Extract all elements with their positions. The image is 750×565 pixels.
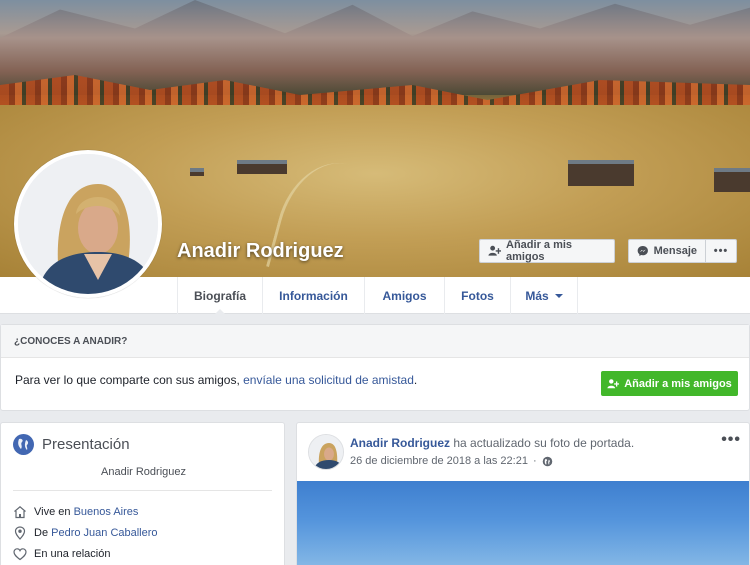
caret-down-icon: [554, 293, 563, 302]
post-action: ha actualizado su foto de portada.: [450, 436, 635, 450]
mountains: [0, 0, 750, 95]
know-person-box: ¿CONOCES A ANADIR? Para ver lo que compa…: [0, 324, 750, 411]
hut: [190, 168, 204, 176]
post-options-button[interactable]: •••: [721, 431, 741, 449]
hut: [568, 160, 634, 186]
tab-informacion-label: Información: [279, 288, 348, 303]
tab-amigos-label: Amigos: [382, 288, 427, 303]
post-headline: Anadir Rodriguez ha actualizado su foto …: [350, 436, 634, 450]
send-friend-request-link[interactable]: envíale una solicitud de amistad: [243, 373, 414, 387]
heart-icon: [13, 548, 27, 561]
dot-separator: ·: [532, 455, 537, 467]
post-meta: 26 de diciembre de 2018 a las 22:21 ·: [350, 455, 553, 467]
tab-mas-label: Más: [525, 288, 549, 303]
intro-row-relationship: En una relación: [13, 547, 110, 561]
messenger-icon: [637, 246, 648, 256]
message-button[interactable]: Mensaje: [628, 239, 706, 263]
add-friend-icon: [488, 245, 502, 256]
relationship-text: En una relación: [34, 548, 111, 560]
post-timestamp[interactable]: 26 de diciembre de 2018 a las 22:21: [350, 455, 528, 467]
divider: [13, 490, 272, 491]
globe-icon: [13, 434, 34, 455]
post-card: Anadir Rodriguez ha actualizado su foto …: [296, 422, 750, 565]
tab-fotos[interactable]: Fotos: [444, 277, 510, 314]
add-friend-icon: [607, 378, 620, 388]
home-icon: [14, 506, 26, 519]
profile-name[interactable]: Anadir Rodriguez: [177, 240, 344, 263]
tab-mas[interactable]: Más: [510, 277, 578, 314]
tab-biografia-label: Biografía: [193, 288, 246, 303]
profile-picture[interactable]: [14, 150, 162, 298]
from-prefix: De: [34, 527, 52, 539]
lives-in-prefix: Vive en: [34, 506, 74, 518]
location-pin-icon: [14, 526, 26, 540]
hut: [714, 168, 750, 192]
message-label: Mensaje: [653, 245, 697, 257]
profile-photo: [18, 154, 158, 294]
post-cover-image[interactable]: [297, 481, 749, 565]
intro-row-lives-in: Vive en Buenos Aires: [13, 505, 138, 519]
public-globe-icon[interactable]: [542, 456, 553, 467]
know-text: Para ver lo que comparte con sus amigos,…: [15, 373, 417, 387]
tab-amigos[interactable]: Amigos: [364, 277, 444, 314]
intro-card: Presentación Anadir Rodriguez Vive en Bu…: [0, 422, 285, 565]
add-friend-label: Añadir a mis amigos: [506, 239, 573, 263]
more-options-icon: •••: [713, 245, 729, 257]
add-friend-green-label: Añadir a mis amigos: [624, 377, 732, 390]
intro-title: Presentación: [42, 436, 130, 453]
add-friend-button[interactable]: Añadir a mis amigos: [479, 239, 615, 263]
know-heading: ¿CONOCES A ANADIR?: [1, 325, 749, 358]
tab-informacion[interactable]: Información: [262, 277, 364, 314]
intro-row-from: De Pedro Juan Caballero: [13, 526, 158, 540]
post-author-avatar[interactable]: [308, 434, 344, 470]
lives-in-link[interactable]: Buenos Aires: [74, 506, 139, 518]
post-author-link[interactable]: Anadir Rodriguez: [350, 436, 450, 450]
add-friend-green-button[interactable]: Añadir a mis amigos: [601, 371, 738, 396]
more-options-button[interactable]: •••: [705, 239, 737, 263]
know-text-after: .: [413, 373, 418, 387]
tab-fotos-label: Fotos: [461, 288, 494, 303]
intro-name: Anadir Rodriguez: [101, 466, 186, 478]
know-text-before: Para ver lo que comparte con sus amigos,: [15, 373, 244, 387]
tab-biografia[interactable]: Biografía: [177, 277, 262, 315]
hut: [237, 160, 287, 174]
from-link[interactable]: Pedro Juan Caballero: [51, 527, 157, 539]
